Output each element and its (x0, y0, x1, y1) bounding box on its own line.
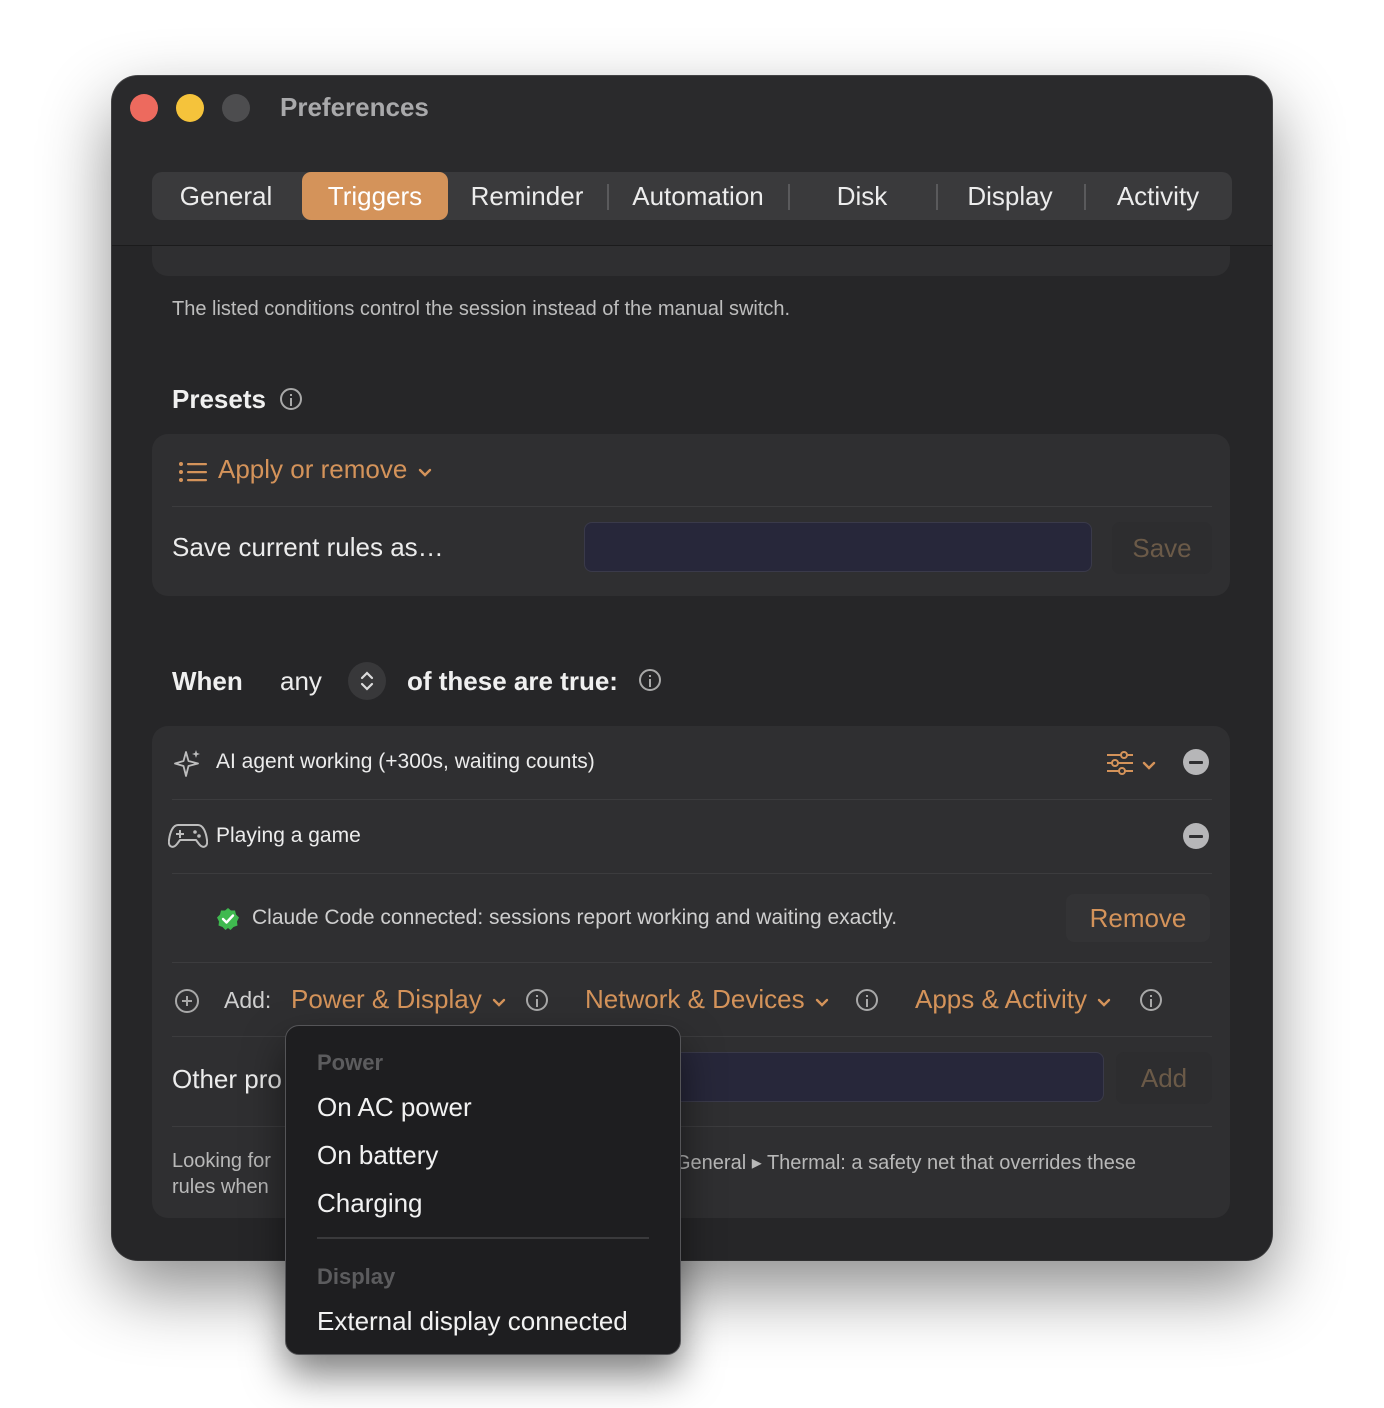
apps-activity-menu[interactable]: Apps & Activity (915, 984, 1111, 1018)
tab-activity[interactable]: Activity (1088, 172, 1228, 220)
preset-name-input[interactable] (584, 522, 1092, 572)
title-bar: Preferences (112, 76, 1272, 142)
menu-item-external-display[interactable]: External display connected (317, 1306, 628, 1337)
minimize-window-button[interactable] (176, 94, 204, 122)
rule-label: Playing a game (216, 824, 361, 847)
chevron-down-icon (1142, 758, 1156, 776)
presets-card: Apply or remove Save current rules as… S… (152, 434, 1230, 596)
save-rules-label: Save current rules as… (172, 532, 444, 562)
previous-card (152, 246, 1230, 276)
rule-options-menu[interactable] (1106, 750, 1162, 778)
list-icon (178, 460, 208, 489)
menu-item-on-battery[interactable]: On battery (317, 1140, 438, 1171)
close-window-button[interactable] (130, 94, 158, 122)
remove-rule-button[interactable] (1183, 749, 1209, 775)
menu-section-header: Display (317, 1264, 396, 1289)
window-title: Preferences (280, 92, 429, 122)
divider (172, 506, 1212, 507)
when-suffix-label: of these are true: (407, 666, 618, 696)
network-devices-menu[interactable]: Network & Devices (585, 984, 829, 1018)
match-mode-stepper[interactable] (348, 662, 386, 700)
chevron-down-icon (418, 465, 432, 483)
tab-triggers[interactable]: Triggers (302, 172, 448, 220)
power-display-menu[interactable]: Power & Display (291, 984, 506, 1018)
match-mode-value[interactable]: any (280, 666, 322, 697)
tab-bar: General Triggers Reminder Automation Dis… (152, 172, 1232, 220)
presets-info-icon[interactable] (280, 388, 302, 410)
remove-integration-button[interactable]: Remove (1066, 894, 1210, 942)
tab-automation[interactable]: Automation (610, 172, 786, 220)
menu-separator (317, 1237, 649, 1239)
sparkle-icon (174, 748, 202, 783)
verified-check-icon (216, 907, 240, 936)
add-label: Add: (224, 987, 272, 1013)
chevron-down-icon (1097, 995, 1111, 1013)
chevron-down-icon (815, 995, 829, 1013)
divider (172, 799, 1212, 800)
apply-or-remove-label: Apply or remove (218, 454, 408, 484)
tab-general[interactable]: General (152, 172, 300, 220)
tab-divider (936, 184, 938, 210)
menu-section-header: Power (317, 1050, 384, 1075)
tab-divider (1084, 184, 1086, 210)
divider (172, 873, 1212, 874)
zoom-window-button[interactable] (222, 94, 250, 122)
chevron-down-icon (492, 995, 506, 1013)
network-devices-label: Network & Devices (585, 984, 805, 1014)
add-process-button[interactable]: Add (1116, 1052, 1212, 1104)
save-preset-button[interactable]: Save (1112, 522, 1212, 574)
sliders-icon (1106, 750, 1134, 781)
tab-divider (607, 184, 609, 210)
when-info-icon[interactable] (639, 669, 661, 691)
toolbar: General Triggers Reminder Automation Dis… (112, 142, 1272, 246)
remove-rule-button[interactable] (1183, 823, 1209, 849)
chevron-up-down-icon (359, 669, 375, 698)
network-devices-info-icon[interactable] (856, 989, 878, 1011)
power-display-info-icon[interactable] (526, 989, 548, 1011)
footer-note-line1-end: General ▸ Thermal: a safety net that ove… (675, 1152, 1137, 1174)
rule-label: AI agent working (+300s, waiting counts) (216, 750, 595, 773)
tab-reminder[interactable]: Reminder (452, 172, 602, 220)
apps-activity-info-icon[interactable] (1140, 989, 1162, 1011)
power-display-dropdown: Power On AC power On battery Charging Di… (285, 1025, 681, 1355)
tab-display[interactable]: Display (940, 172, 1080, 220)
apps-activity-label: Apps & Activity (915, 984, 1087, 1014)
menu-item-on-ac-power[interactable]: On AC power (317, 1092, 472, 1123)
divider (172, 962, 1212, 963)
gamepad-icon (167, 822, 209, 855)
trigger-description: The listed conditions control the sessio… (172, 298, 791, 320)
footer-note-line1-start: Looking for (172, 1150, 271, 1172)
tab-divider (788, 184, 790, 210)
power-display-label: Power & Display (291, 984, 482, 1014)
tab-disk[interactable]: Disk (792, 172, 932, 220)
presets-heading: Presets (172, 384, 266, 414)
apply-or-remove-menu[interactable]: Apply or remove (218, 454, 432, 488)
other-process-label: Other pro (172, 1064, 282, 1094)
add-circle-icon (174, 988, 200, 1019)
footer-note-line2-start: rules when (172, 1176, 269, 1198)
menu-item-charging[interactable]: Charging (317, 1188, 423, 1219)
when-label: When (172, 666, 243, 696)
claude-status-text: Claude Code connected: sessions report w… (252, 906, 898, 929)
